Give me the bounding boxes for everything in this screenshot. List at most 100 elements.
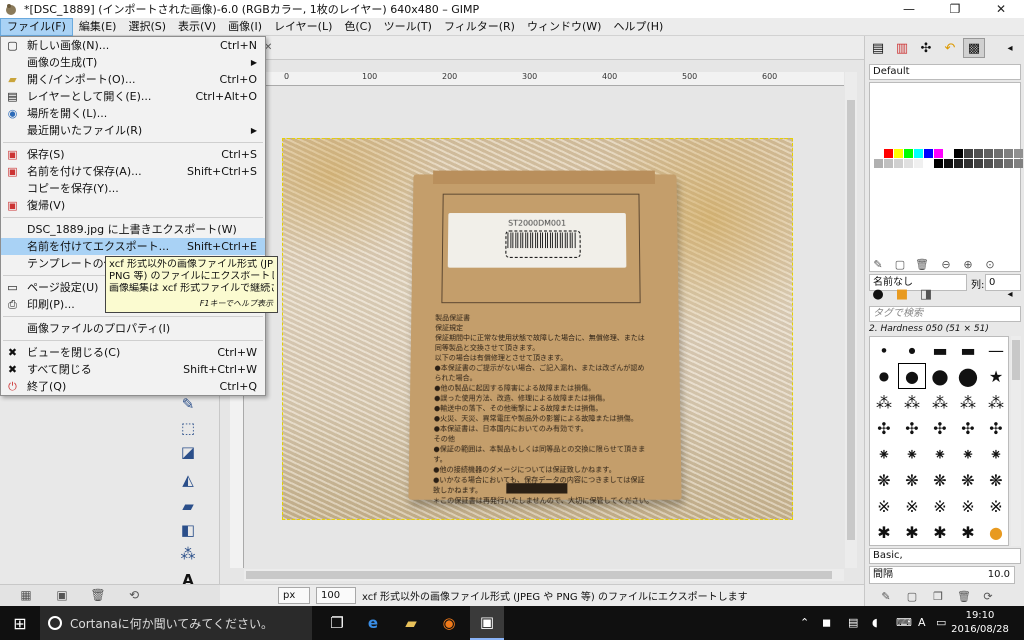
menu-item-export-as[interactable]: 名前を付けてエクスポート... Shift+Ctrl+E [1, 238, 265, 255]
menu-item-open[interactable]: ▰ 開く/インポート(O)... Ctrl+O [1, 71, 265, 88]
menu-item-open-as-layers[interactable]: ▤ レイヤーとして開く(E)... Ctrl+Alt+O [1, 88, 265, 105]
horizontal-scrollbar[interactable] [244, 569, 844, 581]
palette-swatch[interactable] [944, 159, 953, 168]
menu-file[interactable]: ファイル(F) [0, 18, 73, 36]
new-color-icon[interactable]: ▢ [893, 258, 907, 272]
edge-browser-icon[interactable]: e [356, 606, 390, 640]
palette-swatch[interactable] [1004, 149, 1013, 158]
cage-tool-icon[interactable]: ⁂ [178, 544, 198, 564]
palette-swatch[interactable] [914, 159, 923, 168]
menu-windows[interactable]: ウィンドウ(W) [521, 18, 607, 36]
menu-item-revert[interactable]: ▣ 復帰(V) [1, 197, 265, 214]
palette-swatch[interactable] [894, 159, 903, 168]
menu-item-close-all[interactable]: ✖ すべて閉じる Shift+Ctrl+W [1, 361, 265, 378]
palette-swatch[interactable] [984, 159, 993, 168]
brushes-tab-icon[interactable]: ● [867, 284, 889, 304]
menu-item-new[interactable]: ▢ 新しい画像(N)... Ctrl+N [1, 37, 265, 54]
gradients-tab-icon[interactable]: ◨ [915, 284, 937, 304]
zoom-in-icon[interactable]: ⊕ [961, 258, 975, 272]
palette-swatch[interactable] [1004, 159, 1013, 168]
palette-swatch[interactable] [904, 149, 913, 158]
brush-scrollbar[interactable] [1011, 336, 1021, 546]
brush-set-select[interactable]: Basic, [869, 548, 1021, 564]
perspective-tool-icon[interactable]: ◭ [178, 470, 198, 490]
palette-swatch[interactable] [974, 149, 983, 158]
palette-swatch[interactable] [924, 149, 933, 158]
zoom-select[interactable]: 100 % [316, 587, 356, 604]
zoom-fit-icon[interactable]: ⊙ [983, 258, 997, 272]
menu-item-close-view[interactable]: ✖ ビューを閉じる(C) Ctrl+W [1, 344, 265, 361]
smudge-tool-icon[interactable]: ✎ [178, 394, 198, 414]
refresh-icon[interactable]: ⟳ [981, 590, 995, 604]
ime-input-mode[interactable]: A [918, 616, 926, 629]
menu-select[interactable]: 選択(S) [122, 18, 172, 36]
device-status-icon[interactable]: ▣ [54, 588, 70, 604]
palette-editor[interactable] [869, 82, 1021, 272]
cortana-search[interactable]: Cortanaに何か聞いてみてください。 [40, 606, 312, 640]
tray-up-arrow-icon[interactable]: ⌃ [800, 616, 809, 629]
menu-item-save-as[interactable]: ▣ 名前を付けて保存(A)... Shift+Ctrl+S [1, 163, 265, 180]
tool-options-icon[interactable]: ▦ [18, 588, 34, 604]
palette-swatch[interactable] [964, 159, 973, 168]
palette-swatch[interactable] [884, 159, 893, 168]
palette-swatches[interactable] [874, 149, 1018, 171]
image-canvas[interactable]: ST2000DM001 製品保証書 保証規定 保証期間中に正常な使用状態で故障し… [282, 138, 793, 520]
palette-swatch[interactable] [924, 159, 933, 168]
brush-grid[interactable]: ● ● ▬ ▬ — ● ● ● ● ★ ⁂ ⁂ ⁂ ⁂ ⁂ ✣ ✣ ✣ ✣ ✣ ⁕ ⁕ ⁕ ⁕ ⁕ ❋ ❋ ❋ ❋ ❋ ※ ※ ※ ※… [869, 336, 1009, 546]
firefox-icon[interactable]: ◉ [432, 606, 466, 640]
new-brush-icon[interactable]: ▢ [905, 590, 919, 604]
duplicate-brush-icon[interactable]: ❐ [931, 590, 945, 604]
delete-brush-icon[interactable]: 🗑 [957, 590, 971, 604]
file-explorer-icon[interactable]: ▰ [394, 606, 428, 640]
gimp-taskbar-icon[interactable]: ▣ [470, 606, 504, 640]
menu-item-quit[interactable]: ⏻ 終了(Q) Ctrl+Q [1, 378, 265, 395]
patterns-tab-icon[interactable]: ■ [891, 284, 913, 304]
unit-select[interactable]: px [278, 587, 310, 604]
zoom-out-icon[interactable]: ⊖ [939, 258, 953, 272]
undo-tab-icon[interactable]: ↶ [939, 38, 961, 58]
palette-swatch[interactable] [974, 159, 983, 168]
palette-swatch[interactable] [894, 149, 903, 158]
shear-tool-icon[interactable]: ▰ [178, 496, 198, 516]
menu-help[interactable]: ヘルプ(H) [607, 18, 669, 36]
flip-tool-icon[interactable]: ◧ [178, 520, 198, 540]
task-view-icon[interactable]: ❐ [320, 606, 354, 640]
palettes-tab-icon[interactable]: ▩ [963, 38, 985, 58]
minimize-button[interactable]: — [886, 0, 932, 18]
spacing-slider[interactable]: 間隔 10.0 [869, 566, 1015, 584]
edit-brush-icon[interactable]: ✎ [879, 590, 893, 604]
palette-swatch[interactable] [934, 149, 943, 158]
menu-filters[interactable]: フィルター(R) [438, 18, 521, 36]
menu-layer[interactable]: レイヤー(L) [268, 18, 338, 36]
configure-tab-icon[interactable]: ◂ [999, 38, 1021, 58]
palette-swatch[interactable] [874, 149, 883, 158]
taskbar-clock[interactable]: 19:10 2016/08/28 [950, 609, 1010, 637]
palette-swatch[interactable] [964, 149, 973, 158]
path-selection[interactable] [505, 231, 580, 258]
palette-swatch[interactable] [934, 159, 943, 168]
menu-image[interactable]: 画像(I) [222, 18, 268, 36]
ime-mode-icon[interactable]: ⌨ [896, 616, 912, 629]
menu-item-properties[interactable]: 画像ファイルのプロパティ(I) [1, 320, 265, 337]
palette-swatch[interactable] [944, 149, 953, 158]
maximize-button[interactable]: ❐ [932, 0, 978, 18]
paths-tab-icon[interactable]: ✣ [915, 38, 937, 58]
network-icon[interactable]: ▤ [848, 616, 858, 629]
menu-item-overwrite[interactable]: DSC_1889.jpg に上書きエクスポート(W) [1, 221, 265, 238]
palette-swatch[interactable] [954, 159, 963, 168]
palette-swatch[interactable] [874, 159, 883, 168]
scroll-thumb[interactable] [1012, 340, 1020, 380]
menu-item-recent[interactable]: 最近開いたファイル(R) ▶ [1, 122, 265, 139]
palette-swatch[interactable] [954, 149, 963, 158]
palette-swatch[interactable] [994, 159, 1003, 168]
menu-view[interactable]: 表示(V) [172, 18, 222, 36]
layers-tab-icon[interactable]: ▤ [867, 38, 889, 58]
channels-tab-icon[interactable]: ▥ [891, 38, 913, 58]
scroll-thumb[interactable] [847, 100, 855, 540]
configure-tab-icon[interactable]: ◂ [999, 284, 1021, 304]
menu-item-create[interactable]: 画像の生成(T) ▶ [1, 54, 265, 71]
transform-tool-icon[interactable]: ◪ [178, 442, 198, 462]
menu-item-open-location[interactable]: ◉ 場所を開く(L)... [1, 105, 265, 122]
brush-tag-filter[interactable]: タグで検索 [869, 306, 1021, 322]
close-button[interactable]: ✕ [978, 0, 1024, 18]
